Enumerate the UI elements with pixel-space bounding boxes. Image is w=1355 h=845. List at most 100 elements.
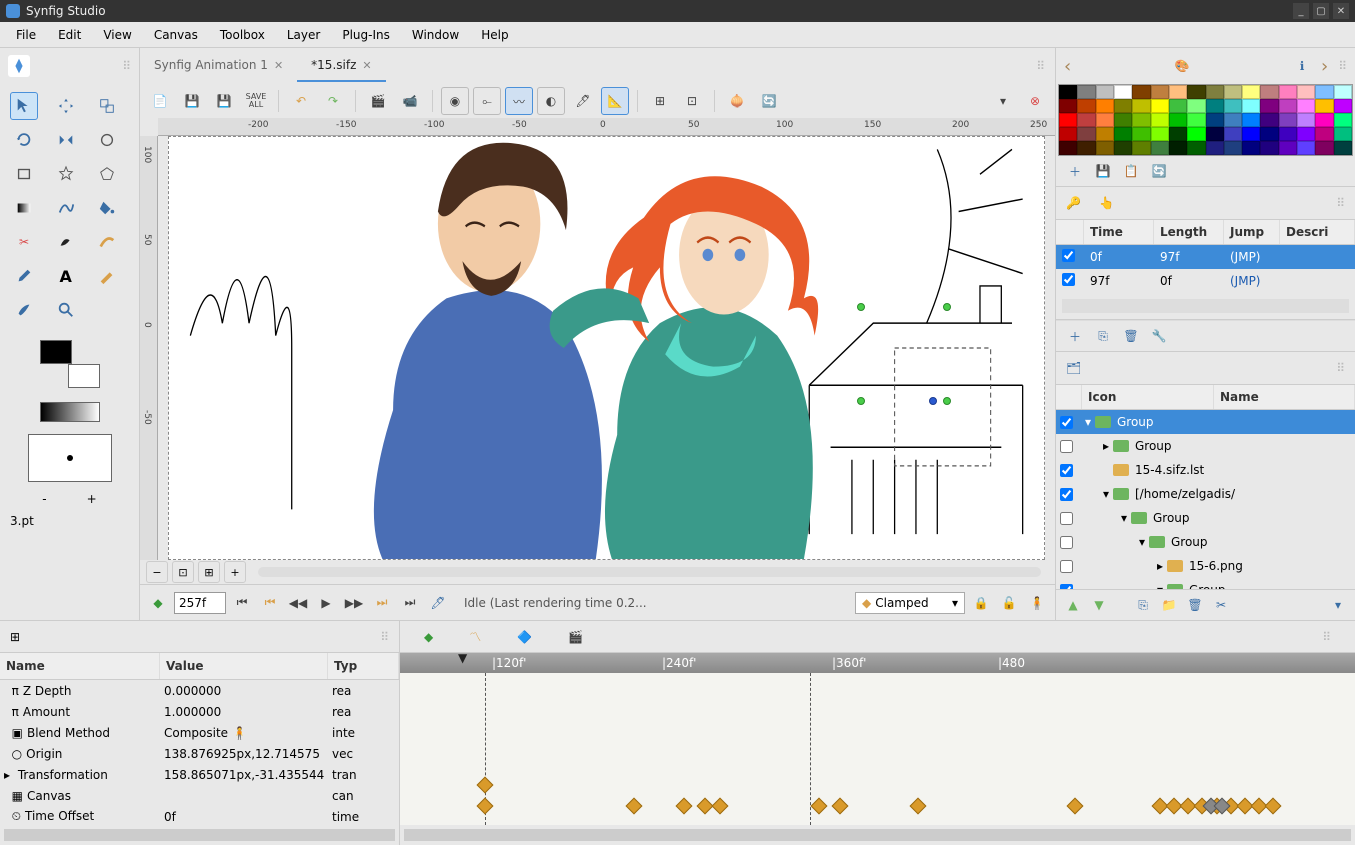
palette-swatch[interactable]	[1187, 127, 1205, 141]
polygon-tool[interactable]	[93, 160, 121, 188]
layer-row[interactable]: ▾Group	[1056, 410, 1355, 434]
menu-window[interactable]: Window	[402, 25, 469, 45]
layer-visible-checkbox[interactable]	[1060, 416, 1073, 429]
palette-swatch[interactable]	[1114, 141, 1132, 155]
palette-swatch[interactable]	[1077, 113, 1095, 127]
palette-swatch[interactable]	[1059, 141, 1077, 155]
palette-swatch[interactable]	[1096, 127, 1114, 141]
spline-tool[interactable]	[52, 194, 80, 222]
sketch-tool[interactable]	[93, 262, 121, 290]
palette-swatch[interactable]	[1279, 127, 1297, 141]
rotate-tool[interactable]	[10, 126, 38, 154]
palette-swatch[interactable]	[1224, 127, 1242, 141]
layer-visible-checkbox[interactable]	[1060, 560, 1073, 573]
palette-swatch[interactable]	[1315, 127, 1333, 141]
palette-swatch[interactable]	[1242, 127, 1260, 141]
palette-swatch[interactable]	[1206, 85, 1224, 99]
keyframe-lock-future-icon[interactable]: 🔓	[997, 591, 1021, 615]
dock-handle-icon[interactable]: ⠿	[122, 59, 131, 73]
keyframe-row[interactable]: 0f97f(JMP)	[1056, 245, 1355, 269]
switcher-prev-icon[interactable]: ‹	[1064, 56, 1071, 77]
show-bones-icon[interactable]: 📐	[601, 87, 629, 115]
text-tool[interactable]: A	[52, 262, 80, 290]
keyframes-tab-icon[interactable]: 🔑	[1066, 196, 1081, 210]
redo-icon[interactable]: ↷	[319, 87, 347, 115]
transform-handle[interactable]	[857, 303, 865, 311]
close-document-icon[interactable]: ⊗	[1021, 87, 1049, 115]
layer-row[interactable]: ▾Group	[1056, 530, 1355, 554]
palette-swatch[interactable]	[1260, 99, 1278, 113]
refresh-icon[interactable]: 🔄	[755, 87, 783, 115]
palette-swatch[interactable]	[1334, 113, 1352, 127]
palette-swatch[interactable]	[1132, 113, 1150, 127]
layers-tab-icon[interactable]: 🗂	[1066, 361, 1081, 375]
palette-swatch[interactable]	[1059, 127, 1077, 141]
layer-row[interactable]: ▸Group	[1056, 434, 1355, 458]
palette-swatch[interactable]	[1224, 99, 1242, 113]
layer-raise-icon[interactable]: ▲	[1064, 596, 1082, 614]
draw-tool[interactable]	[52, 228, 80, 256]
keyframe-duplicate-icon[interactable]: ⎘	[1094, 327, 1112, 345]
palette-swatch[interactable]	[1151, 141, 1169, 155]
layer-visible-checkbox[interactable]	[1060, 512, 1073, 525]
palette-swatch[interactable]	[1334, 85, 1352, 99]
keyframe-diamond[interactable]	[910, 798, 927, 815]
current-frame-input[interactable]	[174, 592, 226, 614]
origin-handle[interactable]	[929, 397, 937, 405]
palette-swatch[interactable]	[1059, 113, 1077, 127]
keyframe-diamond[interactable]	[477, 777, 494, 794]
param-row[interactable]: ▦Canvascan	[0, 785, 399, 806]
keyframe-active-checkbox[interactable]	[1062, 249, 1075, 262]
palette-swatch[interactable]	[1315, 113, 1333, 127]
palette-swatch[interactable]	[1114, 85, 1132, 99]
play-icon[interactable]: ▶	[314, 591, 338, 615]
palette-swatch[interactable]	[1224, 141, 1242, 155]
palette-swatch[interactable]	[1315, 99, 1333, 113]
children-tab-icon[interactable]: 🔷	[517, 630, 532, 644]
cutout-tool[interactable]: ✂	[10, 228, 38, 256]
seek-next-kf-icon[interactable]: ⏭	[370, 591, 394, 615]
seek-start-icon[interactable]: ⏮	[230, 591, 254, 615]
dock-handle-icon[interactable]: ⠿	[380, 630, 389, 644]
keyframe-active-checkbox[interactable]	[1062, 273, 1075, 286]
seek-prev-frame-icon[interactable]: ◀◀	[286, 591, 310, 615]
palette-swatch[interactable]	[1334, 99, 1352, 113]
brush-increase-button[interactable]: +	[87, 492, 97, 506]
onion-preset-1[interactable]: ◉	[441, 87, 469, 115]
keyframe-diamond[interactable]	[1265, 798, 1282, 815]
zoom-fit-button[interactable]: ⊡	[172, 561, 194, 583]
brush-tool[interactable]	[10, 296, 38, 324]
close-icon[interactable]: ✕	[362, 59, 371, 72]
palette-open-icon[interactable]: 📋	[1122, 162, 1140, 180]
menu-view[interactable]: View	[93, 25, 141, 45]
menu-layer[interactable]: Layer	[277, 25, 330, 45]
transform-handle[interactable]	[943, 303, 951, 311]
loop-icon[interactable]: 🖊	[426, 591, 450, 615]
timetrack-tab-icon[interactable]: ◆	[424, 630, 433, 644]
animate-mode-icon[interactable]: 🧍	[1025, 591, 1049, 615]
param-row[interactable]: ▸ Transformation158.865071px,-31.435544t…	[0, 764, 399, 785]
mirror-tool[interactable]	[52, 126, 80, 154]
timetrack-ruler[interactable]: |120f' |240f' |360f' |480 ▼	[400, 653, 1355, 673]
palette-swatch[interactable]	[1151, 113, 1169, 127]
history-tab-icon[interactable]: 👆	[1099, 196, 1114, 210]
show-grid-icon[interactable]: ⊞	[646, 87, 674, 115]
keyframe-row[interactable]: 97f0f(JMP)	[1056, 269, 1355, 293]
transform-handle[interactable]	[857, 397, 865, 405]
palette-swatch[interactable]	[1260, 127, 1278, 141]
onion-skin-icon[interactable]: 🖊	[569, 87, 597, 115]
palette-swatch[interactable]	[1114, 127, 1132, 141]
palette-swatch[interactable]	[1334, 127, 1352, 141]
layer-menu-icon[interactable]: ▾	[1329, 596, 1347, 614]
palette-swatch[interactable]	[1242, 141, 1260, 155]
info-icon[interactable]: ℹ	[1293, 57, 1311, 75]
seek-next-frame-icon[interactable]: ▶▶	[342, 591, 366, 615]
keyframe-diamond[interactable]	[832, 798, 849, 815]
toolbar-menu-icon[interactable]: ▾	[989, 87, 1017, 115]
save-as-icon[interactable]: 💾	[210, 87, 238, 115]
palette-swatch[interactable]	[1224, 113, 1242, 127]
palette-swatch[interactable]	[1151, 127, 1169, 141]
palette-swatch[interactable]	[1297, 85, 1315, 99]
palette-swatch[interactable]	[1077, 141, 1095, 155]
palette-swatch[interactable]	[1297, 99, 1315, 113]
